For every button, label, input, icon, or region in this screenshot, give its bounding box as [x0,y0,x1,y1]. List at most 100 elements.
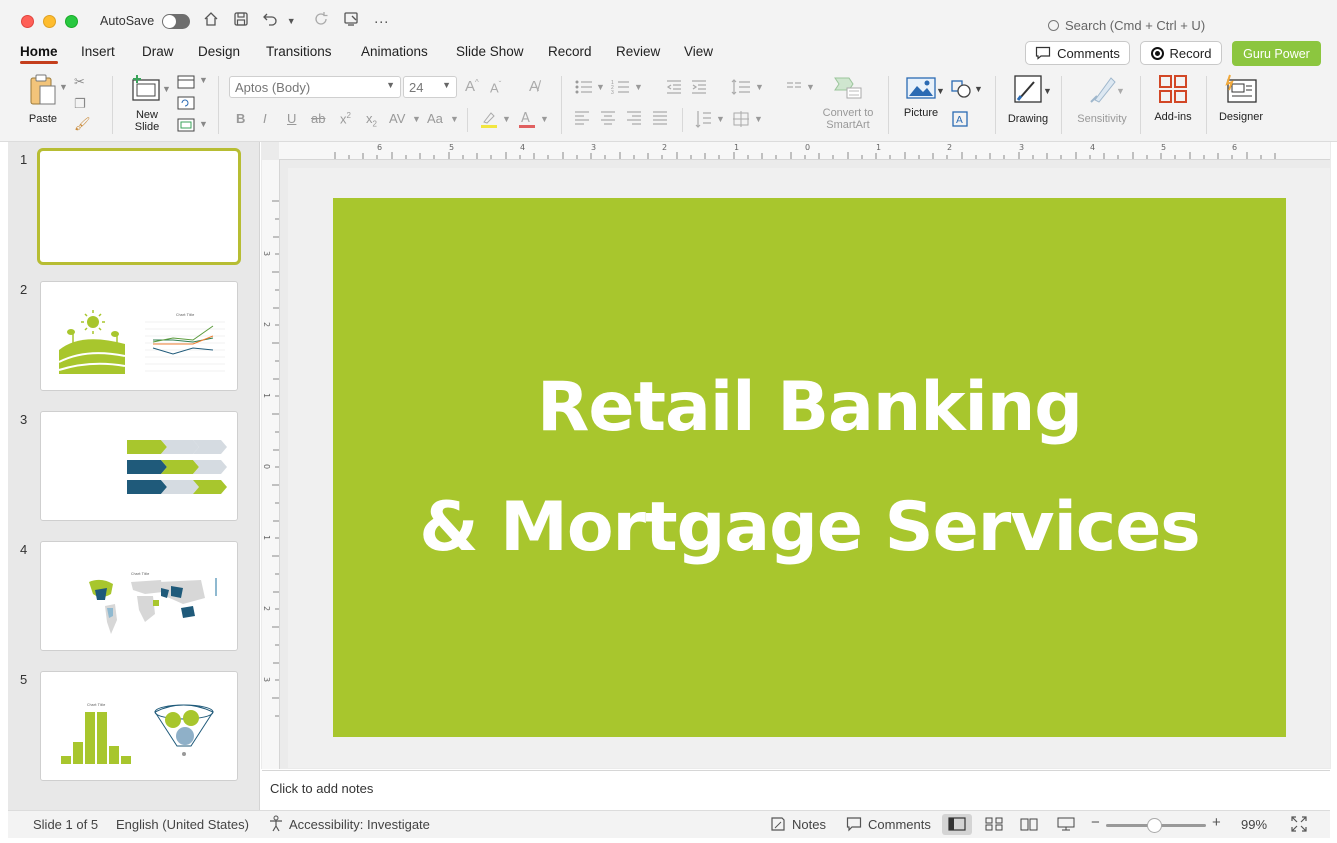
character-spacing-icon[interactable]: AV [389,111,405,126]
layout-icon[interactable] [177,75,195,89]
section-icon[interactable] [177,118,195,132]
maximize-window-button[interactable] [65,14,78,28]
shapes-icon[interactable] [951,80,971,98]
highlight-icon[interactable] [480,110,498,128]
accessibility-status[interactable]: Accessibility: Investigate [289,817,430,832]
slide-show-view-button[interactable] [1051,814,1081,835]
align-left-icon[interactable] [574,111,590,125]
slide-thumbnail-4[interactable]: Chart Title [40,541,238,651]
tab-draw[interactable]: Draw [142,44,174,59]
autosave-toggle[interactable] [162,13,191,29]
zoom-level[interactable]: 99% [1241,817,1267,832]
tab-review[interactable]: Review [616,44,660,59]
redo-icon[interactable] [312,11,330,31]
font-name-select[interactable]: Aptos (Body) ▼ [229,76,401,98]
superscript-icon[interactable]: x2 [340,111,351,126]
drawing-dropdown-icon[interactable]: ▼ [1043,86,1052,96]
text-box-icon[interactable]: A [952,111,968,127]
chevron-down-icon[interactable]: ▼ [754,114,763,124]
slide-show-quick-icon[interactable] [342,11,360,31]
new-slide-dropdown-icon[interactable]: ▼ [162,84,171,94]
sensitivity-button[interactable]: Sensitivity [1073,74,1131,125]
tab-view[interactable]: View [684,44,713,59]
convert-smartart-button[interactable]: Convert to SmartArt [818,76,878,131]
change-case-icon[interactable]: Aa [427,111,443,126]
accessibility-icon[interactable] [268,815,284,836]
zoom-out-icon[interactable]: − [1091,814,1100,831]
underline-icon[interactable]: U [287,111,296,126]
language-indicator[interactable]: English (United States) [116,817,249,832]
tab-animations[interactable]: Animations [361,44,428,59]
home-icon[interactable] [202,11,220,31]
close-window-button[interactable] [21,14,34,28]
tab-record[interactable]: Record [548,44,592,59]
reset-slide-icon[interactable] [177,96,195,110]
cut-icon[interactable]: ✂ [74,74,85,90]
undo-dropdown-icon[interactable]: ▼ [282,16,300,26]
bold-icon[interactable]: B [236,111,245,126]
slide-sorter-view-button[interactable] [979,814,1009,835]
format-painter-icon[interactable]: 🖌 [74,116,91,132]
paste-button[interactable]: Paste [22,74,64,125]
comment-icon[interactable] [846,816,862,835]
font-color-icon[interactable]: A [518,110,536,128]
bullets-icon[interactable] [574,79,594,95]
strikethrough-icon[interactable]: ab [311,111,325,126]
drawing-button[interactable]: Drawing [1005,74,1051,125]
comments-button[interactable]: Comments [1025,41,1130,65]
notes-toggle[interactable]: Notes [792,817,826,832]
chevron-down-icon[interactable]: ▼ [540,114,549,124]
numbering-icon[interactable]: 123 [611,79,631,95]
tab-slide-show[interactable]: Slide Show [456,44,524,59]
shapes-dropdown-icon[interactable]: ▼ [974,84,983,94]
font-size-select[interactable]: 24 ▼ [403,76,457,98]
current-slide[interactable]: Retail Banking & Mortgage Services [333,198,1286,737]
add-ins-button[interactable]: Add-ins [1150,74,1196,123]
grow-font-icon[interactable]: A^ [465,78,479,95]
tab-transitions[interactable]: Transitions [266,44,332,59]
more-options-icon[interactable]: ··· [372,13,390,30]
comments-toggle[interactable]: Comments [868,817,931,832]
section-dropdown-icon[interactable]: ▼ [199,119,208,129]
copy-icon[interactable]: ❐ [74,96,86,112]
sensitivity-dropdown-icon[interactable]: ▼ [1116,86,1125,96]
chevron-down-icon[interactable]: ▼ [755,82,764,92]
align-right-icon[interactable] [626,111,642,125]
justify-icon[interactable] [652,111,668,125]
chevron-down-icon[interactable]: ▼ [450,114,459,124]
minimize-window-button[interactable] [43,14,56,28]
slide-thumbnail-3[interactable] [40,411,238,521]
text-direction-icon[interactable] [694,110,712,128]
chevron-down-icon[interactable]: ▼ [412,114,421,124]
notes-icon[interactable] [770,816,786,835]
chevron-down-icon[interactable]: ▼ [502,114,511,124]
line-spacing-icon[interactable] [731,79,751,95]
clear-formatting-icon[interactable]: A̸ [529,78,539,95]
fit-to-window-icon[interactable] [1291,816,1307,835]
save-icon[interactable] [232,11,250,31]
chevron-down-icon[interactable]: ▼ [806,82,815,92]
tab-design[interactable]: Design [198,44,240,59]
reading-view-button[interactable] [1014,814,1044,835]
columns-icon[interactable] [786,80,802,94]
designer-button[interactable]: Designer [1216,74,1266,123]
picture-button[interactable]: Picture [899,76,943,119]
zoom-in-icon[interactable]: + [1212,814,1221,831]
chevron-down-icon[interactable]: ▼ [716,114,725,124]
increase-indent-icon[interactable] [691,79,707,95]
slide-thumbnail-1[interactable] [37,148,241,265]
slide-thumbnail-5[interactable]: Chart Title [40,671,238,781]
chevron-down-icon[interactable]: ▼ [596,82,605,92]
layout-dropdown-icon[interactable]: ▼ [199,75,208,85]
align-center-icon[interactable] [600,111,616,125]
tab-insert[interactable]: Insert [81,44,115,59]
picture-dropdown-icon[interactable]: ▼ [936,86,945,96]
slide-title[interactable]: Retail Banking & Mortgage Services [419,348,1201,588]
zoom-slider-handle[interactable] [1147,818,1162,833]
paste-dropdown-icon[interactable]: ▼ [59,82,68,92]
subscript-icon[interactable]: x2 [366,111,377,129]
shrink-font-icon[interactable]: Aˇ [490,80,501,95]
record-button[interactable]: Record [1140,41,1222,65]
new-slide-button[interactable]: New Slide [126,74,168,133]
italic-icon[interactable]: I [263,111,267,126]
